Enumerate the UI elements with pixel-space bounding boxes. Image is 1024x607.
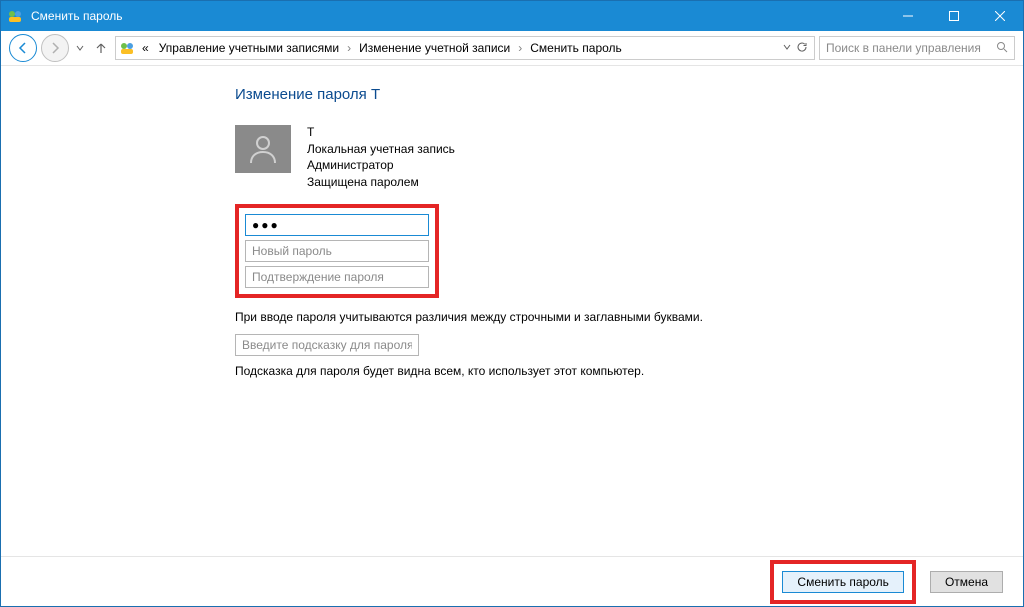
cancel-button[interactable]: Отмена bbox=[930, 571, 1003, 593]
content-area: Изменение пароля T T Локальная учетная з… bbox=[1, 66, 1023, 556]
confirm-password-input[interactable] bbox=[245, 266, 429, 288]
maximize-button[interactable] bbox=[931, 1, 977, 31]
user-accounts-icon bbox=[7, 8, 23, 24]
up-button[interactable] bbox=[91, 34, 111, 62]
minimize-button[interactable] bbox=[885, 1, 931, 31]
breadcrumb-prefix: « bbox=[138, 41, 153, 55]
submit-button-highlight: Сменить пароль bbox=[770, 560, 916, 604]
user-accounts-icon bbox=[118, 39, 136, 57]
refresh-icon[interactable] bbox=[796, 41, 808, 56]
user-name: T bbox=[307, 125, 455, 141]
breadcrumb-item[interactable]: Сменить пароль bbox=[526, 41, 626, 55]
window-title: Сменить пароль bbox=[31, 9, 123, 23]
new-password-input[interactable] bbox=[245, 240, 429, 262]
change-password-button[interactable]: Сменить пароль bbox=[782, 571, 904, 593]
password-hint-input[interactable] bbox=[235, 334, 419, 356]
search-icon[interactable] bbox=[996, 41, 1008, 56]
user-account-type: Локальная учетная запись bbox=[307, 142, 455, 158]
breadcrumb-item[interactable]: Управление учетными записями bbox=[155, 41, 343, 55]
user-summary: T Локальная учетная запись Администратор… bbox=[235, 125, 983, 190]
recent-locations-button[interactable] bbox=[73, 34, 87, 62]
close-button[interactable] bbox=[977, 1, 1023, 31]
breadcrumb-item[interactable]: Изменение учетной записи bbox=[355, 41, 514, 55]
user-role: Администратор bbox=[307, 158, 455, 174]
address-bar[interactable]: « Управление учетными записями › Изменен… bbox=[115, 36, 815, 60]
avatar bbox=[235, 125, 291, 173]
chevron-right-icon: › bbox=[516, 41, 524, 55]
hint-visibility-note: Подсказка для пароля будет видна всем, к… bbox=[235, 364, 755, 378]
case-sensitivity-note: При вводе пароля учитываются различия ме… bbox=[235, 310, 755, 324]
search-box[interactable] bbox=[819, 36, 1015, 60]
search-input[interactable] bbox=[826, 41, 996, 55]
forward-button[interactable] bbox=[41, 34, 69, 62]
footer: Сменить пароль Отмена bbox=[1, 556, 1023, 606]
navbar: « Управление учетными записями › Изменен… bbox=[1, 31, 1023, 66]
titlebar: Сменить пароль bbox=[1, 1, 1023, 31]
user-protection: Защищена паролем bbox=[307, 175, 455, 191]
back-button[interactable] bbox=[9, 34, 37, 62]
window: Сменить пароль « Управлен bbox=[0, 0, 1024, 607]
chevron-right-icon: › bbox=[345, 41, 353, 55]
address-dropdown-icon[interactable] bbox=[782, 41, 792, 55]
password-fields-highlight bbox=[235, 204, 439, 298]
page-heading: Изменение пароля T bbox=[235, 86, 983, 103]
current-password-input[interactable] bbox=[245, 214, 429, 236]
